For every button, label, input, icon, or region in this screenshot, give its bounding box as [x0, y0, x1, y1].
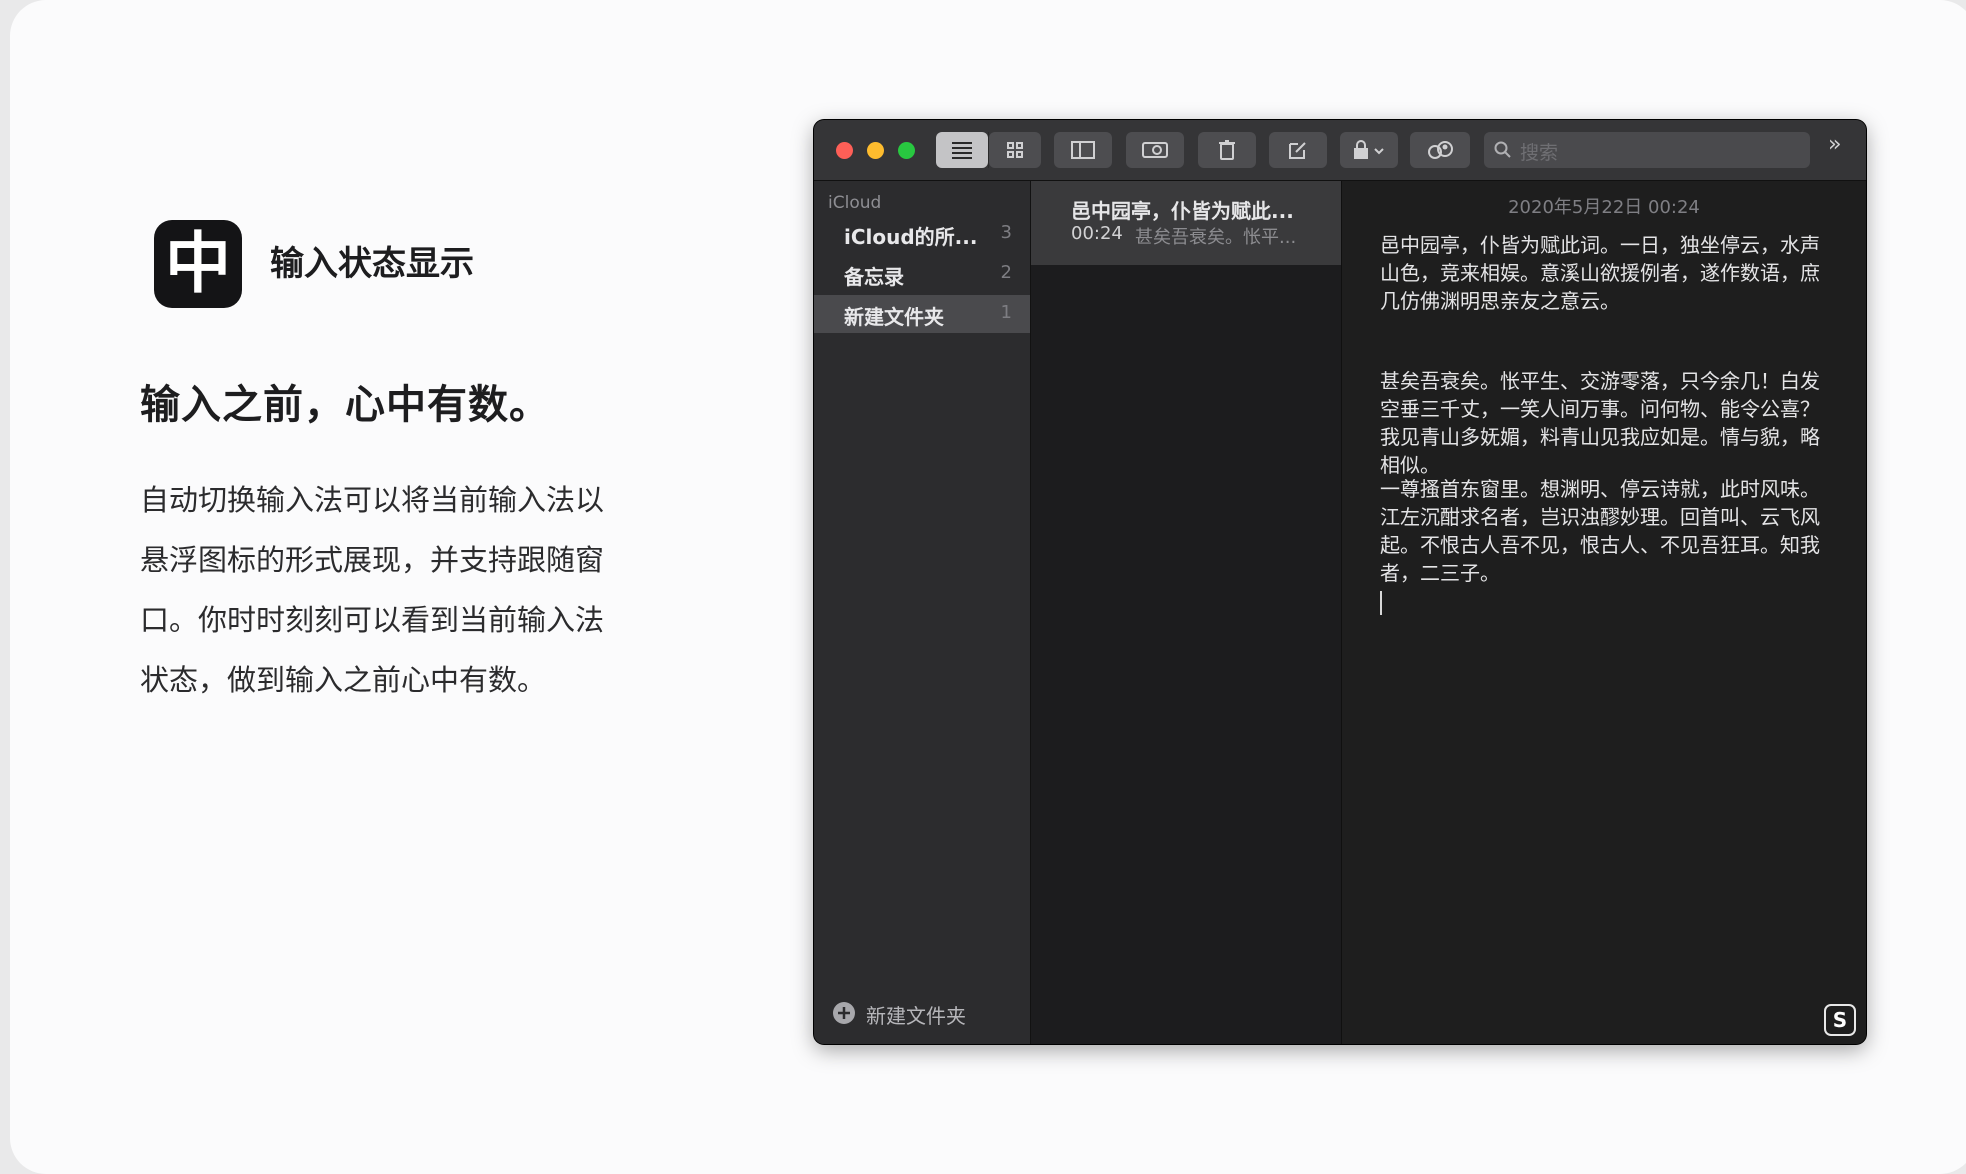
folder-count: 2	[1000, 262, 1012, 283]
sidebar-item-notes[interactable]: 备忘录 2	[814, 255, 1030, 293]
close-window-button[interactable]	[836, 142, 853, 159]
attachments-icon	[1142, 142, 1168, 158]
sidebar-section-icloud: iCloud	[828, 193, 882, 213]
toolbar: 搜索 ››	[814, 120, 1866, 181]
promo-card: 中 输入状态显示 输入之前，心中有数。 自动切换输入法可以将当前输入法以 悬浮图…	[10, 0, 1966, 1174]
toolbar-overflow-icon[interactable]: ››	[1828, 132, 1841, 157]
chinese-input-glyph: 中	[165, 225, 231, 302]
feature-title: 输入状态显示	[270, 244, 474, 284]
list-view-button[interactable]	[936, 132, 988, 168]
trash-icon	[1219, 140, 1235, 160]
input-method-app-icon: 中	[154, 220, 242, 308]
note-paragraph[interactable]: 邑中园亭，仆皆为赋此词。一日，独坐停云，水声山色，竞来相娱。意溪山欲援例者，遂作…	[1380, 231, 1830, 315]
search-placeholder: 搜索	[1520, 142, 1559, 164]
note-title: 邑中园亭，仆皆为赋此...	[1071, 199, 1294, 223]
folder-name: 备忘录	[844, 265, 904, 289]
delete-button[interactable]	[1198, 132, 1256, 168]
gallery-view-button[interactable]	[989, 132, 1041, 168]
add-circle-icon	[833, 1002, 855, 1024]
description-line: 口。你时时刻刻可以看到当前输入法	[140, 603, 605, 637]
minimize-window-button[interactable]	[867, 142, 884, 159]
description-line: 自动切换输入法可以将当前输入法以	[140, 483, 605, 517]
folder-count: 1	[1000, 302, 1012, 323]
description-line: 状态，做到输入之前心中有数。	[140, 663, 547, 697]
zoom-window-button[interactable]	[898, 142, 915, 159]
sidebar-item-icloud-all[interactable]: iCloud的所... 3	[814, 215, 1030, 253]
notes-window: 搜索 ›› iCloud iCloud的所... 3 备忘录 2 新建文件夹 1	[814, 120, 1866, 1044]
note-snippet: 甚矣吾衰矣。怅平...	[1135, 227, 1297, 248]
folder-sidebar: iCloud iCloud的所... 3 备忘录 2 新建文件夹 1 新建文件夹	[814, 181, 1031, 1044]
note-paragraph[interactable]: 甚矣吾衰矣。怅平生、交游零落，只今余几！白发空垂三千丈，一笑人间万事。问何物、能…	[1380, 367, 1830, 479]
feature-description: 自动切换输入法可以将当前输入法以 悬浮图标的形式展现，并支持跟随窗 口。你时时刻…	[140, 470, 640, 710]
ime-status-icon[interactable]: S	[1824, 1004, 1856, 1036]
sidebar-item-new-folder[interactable]: 新建文件夹 1	[814, 295, 1030, 333]
gallery-view-icon	[1007, 142, 1023, 158]
note-editor[interactable]: 2020年5月22日 00:24 邑中园亭，仆皆为赋此词。一日，独坐停云，水声山…	[1342, 181, 1866, 1044]
headline: 输入之前，心中有数。	[140, 382, 550, 428]
lock-menu-button[interactable]	[1340, 132, 1398, 168]
attachments-button[interactable]	[1126, 132, 1184, 168]
list-view-icon	[952, 142, 972, 159]
sidebar-toggle-button[interactable]	[1054, 132, 1112, 168]
list-item[interactable]: 邑中园亭，仆皆为赋此... 00:24 甚矣吾衰矣。怅平...	[1031, 181, 1341, 265]
compose-button[interactable]	[1269, 132, 1327, 168]
note-date: 2020年5月22日 00:24	[1508, 197, 1700, 218]
share-icon	[1428, 141, 1453, 159]
note-list: 邑中园亭，仆皆为赋此... 00:24 甚矣吾衰矣。怅平...	[1031, 181, 1342, 1044]
folder-name: 新建文件夹	[844, 305, 944, 329]
description-line: 悬浮图标的形式展现，并支持跟随窗	[140, 543, 605, 577]
text-caret	[1380, 591, 1382, 615]
search-field[interactable]: 搜索	[1484, 132, 1810, 168]
folder-name: iCloud的所...	[844, 225, 978, 249]
lock-icon	[1354, 140, 1384, 159]
chevron-down-icon	[1374, 148, 1384, 155]
share-button[interactable]	[1410, 132, 1470, 168]
sidebar-toggle-icon	[1071, 141, 1095, 159]
note-paragraph[interactable]: 一尊搔首东窗里。想渊明、停云诗就，此时风味。江左沉酣求名者，岂识浊醪妙理。回首叫…	[1380, 475, 1830, 587]
compose-icon	[1289, 142, 1306, 159]
folder-count: 3	[1000, 222, 1012, 243]
note-time: 00:24	[1071, 223, 1123, 244]
new-folder-label: 新建文件夹	[866, 1004, 966, 1028]
search-icon	[1494, 141, 1511, 158]
